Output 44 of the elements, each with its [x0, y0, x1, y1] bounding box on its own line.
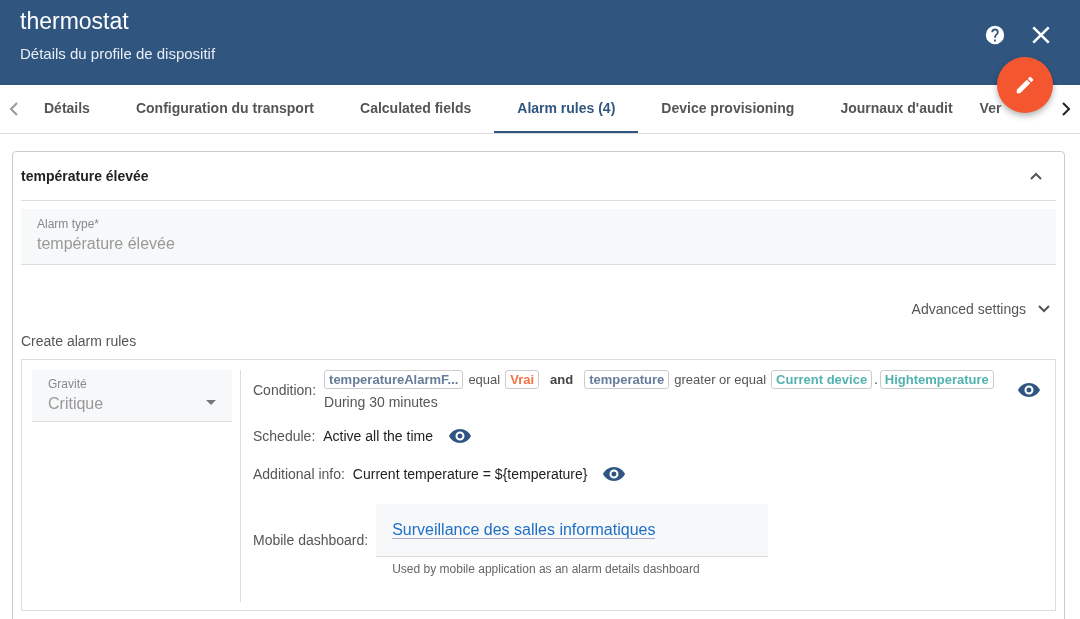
alarm-title: température élevée — [21, 168, 149, 184]
chevron-down-icon — [1038, 305, 1050, 313]
collapse-chevron-icon[interactable] — [1030, 172, 1042, 180]
page-subtitle: Détails du profile de dispositif — [20, 45, 216, 62]
chevron-right-icon[interactable] — [1061, 102, 1071, 116]
tab[interactable]: Ver — [975, 85, 1002, 133]
close-icon[interactable] — [1032, 26, 1050, 44]
comparison-text: equal — [468, 372, 501, 387]
dropdown-arrow-icon — [206, 399, 216, 405]
condition-label: Condition: — [253, 382, 317, 398]
dashboard-field[interactable]: Surveillance des salles informatiques — [376, 504, 769, 557]
value-chip: Vrai — [505, 370, 540, 389]
dashboard-link[interactable]: Surveillance des salles informatiques — [392, 521, 656, 539]
schedule-label: Schedule: — [253, 428, 316, 444]
duration-text: During 30 minutes — [324, 394, 439, 410]
tab[interactable]: Journaux d'audit — [817, 85, 976, 133]
advanced-settings-toggle[interactable]: Advanced settings — [911, 301, 1056, 317]
eye-icon[interactable] — [603, 467, 626, 481]
schedule-value: Active all the time — [323, 428, 433, 444]
key-chip: temperature — [584, 370, 670, 389]
separator-text: . — [874, 372, 878, 387]
constant-chip: Hightemperature — [879, 370, 994, 389]
additional-info-value: Current temperature = ${temperature} — [352, 466, 588, 482]
alarm-type-field[interactable]: Alarm type* température élevée — [21, 209, 1056, 265]
key-chip: temperatureAlarmF... — [324, 370, 464, 389]
help-icon[interactable] — [984, 24, 1006, 46]
section-label: Create alarm rules — [21, 333, 138, 349]
mobile-dashboard-label: Mobile dashboard: — [253, 532, 369, 548]
tab[interactable]: Calculated fields — [337, 85, 495, 133]
severity-select[interactable]: Gravité Critique — [32, 370, 232, 422]
tab[interactable]: Device provisioning — [638, 85, 818, 133]
page-title: thermostat — [20, 7, 130, 35]
pencil-icon — [1014, 74, 1036, 96]
eye-icon[interactable] — [449, 429, 471, 443]
additional-info-label: Additional info: — [253, 466, 345, 482]
eye-icon[interactable] — [1018, 383, 1041, 397]
chevron-left-icon[interactable] — [9, 102, 19, 116]
constant-chip: Current device — [771, 370, 873, 389]
tab[interactable]: Alarm rules (4) — [494, 85, 639, 133]
tab[interactable]: Configuration du transport — [112, 85, 337, 133]
tab[interactable]: Détails — [28, 85, 113, 133]
dashboard-hint: Used by mobile application as an alarm details dashboard — [391, 562, 701, 576]
operator-text: and — [550, 372, 574, 387]
comparison-text: greater or equal — [674, 372, 767, 387]
